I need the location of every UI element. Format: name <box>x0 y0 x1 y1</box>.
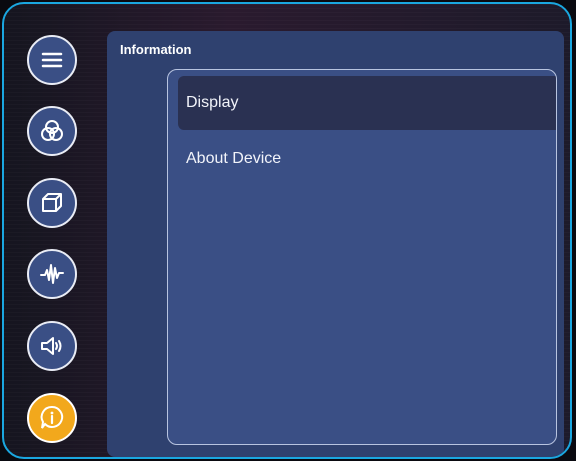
3d-box-icon <box>42 193 62 212</box>
speaker-icon <box>41 337 62 355</box>
3d-settings-button[interactable] <box>27 178 77 228</box>
info-icon <box>40 405 64 429</box>
waveform-icon <box>40 264 64 284</box>
menu-icon <box>41 52 63 68</box>
panel-title: Information <box>120 42 192 57</box>
menu-item-display[interactable]: Display <box>178 76 556 130</box>
menu-item-label: About Device <box>186 150 282 167</box>
information-button[interactable] <box>27 393 77 443</box>
volume-button[interactable] <box>27 321 77 371</box>
information-menu: Display About Device <box>167 69 557 445</box>
app-frame: Information Display About Device <box>2 2 572 459</box>
audio-wave-button[interactable] <box>27 249 77 299</box>
color-settings-button[interactable] <box>27 106 77 156</box>
menu-button[interactable] <box>27 35 77 85</box>
menu-item-about-device[interactable]: About Device <box>178 132 556 186</box>
menu-item-label: Display <box>186 94 239 111</box>
information-panel: Information Display About Device <box>107 31 564 457</box>
color-circles-icon <box>41 120 63 141</box>
